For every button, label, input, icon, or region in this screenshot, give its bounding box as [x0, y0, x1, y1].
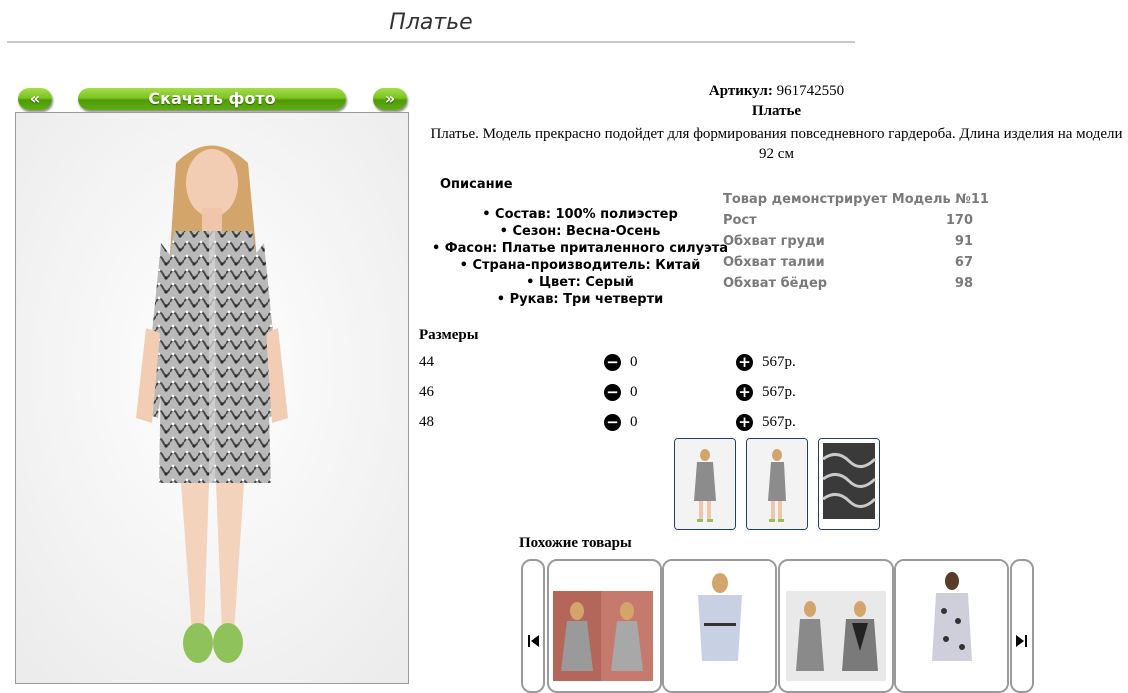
spec-item: • Рукав: Три четверти — [496, 292, 664, 307]
model-row-label: Обхват талии — [723, 255, 825, 270]
plus-circle-icon[interactable]: + — [736, 354, 753, 371]
sku-line: Артикул: 961742550 — [425, 83, 1128, 100]
similar-product-card[interactable] — [894, 559, 1009, 693]
product-description: Платье. Модель прекрасно подойдет для фо… — [430, 126, 1123, 162]
model-row-label: Рост — [723, 213, 757, 228]
plus-circle-icon[interactable]: + — [736, 384, 753, 401]
page-title: Платье — [389, 10, 473, 35]
size-label: 46 — [419, 384, 434, 400]
skip-back-icon — [528, 635, 539, 647]
similar-product-card[interactable] — [778, 559, 894, 693]
size-price: 567р. — [762, 384, 796, 400]
model-row-value: 67 — [954, 255, 973, 270]
similar-product-card[interactable] — [547, 559, 662, 693]
size-qty: 0 — [630, 354, 638, 370]
size-label: 48 — [419, 414, 434, 430]
next-photo-button[interactable]: » — [373, 88, 407, 110]
model-heading: Товар демонстрирует Модель №11 — [723, 192, 989, 207]
size-qty: 0 — [630, 384, 638, 400]
plus-circle-icon[interactable]: + — [736, 414, 753, 431]
title-divider — [7, 41, 855, 43]
download-photo-button[interactable]: Скачать фото — [78, 88, 346, 110]
photo-thumbnail[interactable] — [674, 438, 736, 530]
spec-item: • Фасон: Платье приталенного силуэта — [431, 241, 729, 256]
model-row-label: Обхват бёдер — [723, 276, 828, 291]
size-label: 44 — [419, 354, 434, 370]
sku-value: 961742550 — [776, 83, 845, 99]
spec-item: • Цвет: Серый — [526, 275, 634, 290]
similar-product-card[interactable] — [662, 559, 777, 693]
size-price: 567р. — [762, 354, 796, 370]
photo-thumbnail[interactable] — [746, 438, 808, 530]
skip-forward-icon — [1016, 635, 1027, 647]
similar-products-heading: Похожие товары — [519, 535, 632, 551]
model-row-value: 98 — [954, 276, 973, 291]
product-name: Платье — [751, 103, 802, 119]
spec-item: • Состав: 100% полиэстер — [482, 207, 678, 222]
model-row-value: 91 — [954, 234, 973, 249]
size-qty: 0 — [630, 414, 638, 430]
model-row-value: 170 — [945, 213, 973, 228]
main-product-photo[interactable] — [15, 112, 409, 684]
minus-circle-icon[interactable]: − — [604, 384, 621, 401]
sizes-heading: Размеры — [419, 327, 479, 343]
spec-item: • Страна-производитель: Китай — [459, 258, 701, 273]
prev-photo-button[interactable]: « — [18, 88, 52, 110]
spec-item: • Сезон: Весна-Осень — [499, 224, 661, 239]
model-row-label: Обхват груди — [723, 234, 825, 249]
carousel-prev-button[interactable] — [521, 559, 545, 693]
photo-thumbnail[interactable] — [818, 438, 880, 530]
minus-circle-icon[interactable]: − — [604, 354, 621, 371]
carousel-next-button[interactable] — [1010, 559, 1034, 693]
sku-label: Артикул: — [708, 83, 773, 99]
description-heading: Описание — [440, 177, 513, 192]
minus-circle-icon[interactable]: − — [604, 414, 621, 431]
size-price: 567р. — [762, 414, 796, 430]
